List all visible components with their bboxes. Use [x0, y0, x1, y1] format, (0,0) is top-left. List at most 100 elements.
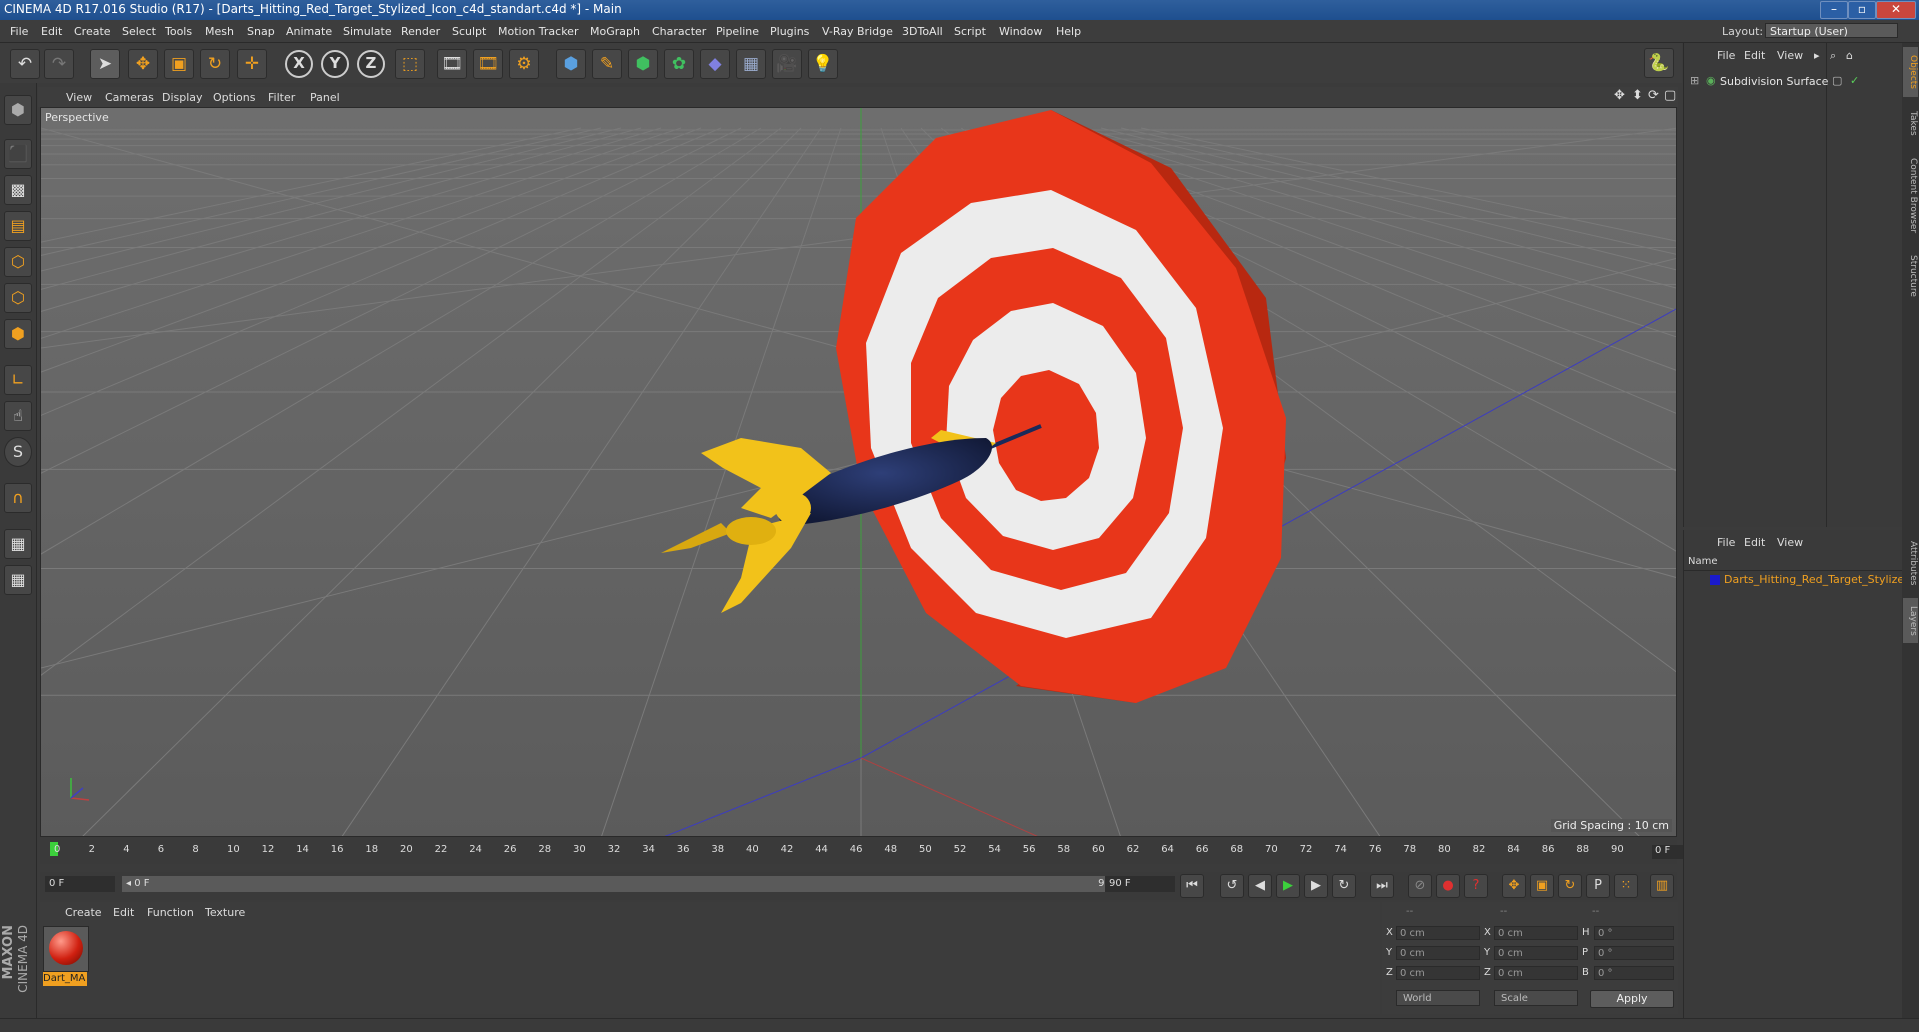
deformer-icon[interactable]: ◆ [700, 49, 730, 79]
expand-icon[interactable]: ⊞ [1690, 74, 1699, 87]
object-home-icon[interactable]: ⌂ [1846, 49, 1853, 62]
model-mode-icon[interactable]: ⬛ [4, 139, 32, 169]
texture-mode-icon[interactable]: ▩ [4, 175, 32, 205]
render-view-icon[interactable]: 🎞 [437, 49, 467, 79]
layer-row[interactable]: Darts_Hitting_Red_Target_Stylized [1684, 572, 1911, 588]
object-enabled-check-icon[interactable]: ✓ [1850, 74, 1859, 87]
size-x-field[interactable]: 0 cm [1494, 926, 1578, 940]
edges-mode-icon[interactable]: ⬡ [4, 283, 32, 313]
tab-objects[interactable]: Objects [1903, 47, 1918, 97]
tab-attributes[interactable]: Attributes [1903, 533, 1918, 593]
start-frame-field[interactable]: 0 F [45, 876, 115, 892]
render-picture-viewer-icon[interactable]: 🎞 [473, 49, 503, 79]
menu-mograph[interactable]: MoGraph [590, 25, 640, 38]
coordinate-space-dropdown[interactable]: World [1396, 990, 1480, 1006]
close-button[interactable]: ✕ [1876, 1, 1916, 19]
axis-mode-icon[interactable]: ∟ [4, 365, 32, 395]
apply-button[interactable]: Apply [1590, 990, 1674, 1008]
menu-edit[interactable]: Edit [41, 25, 62, 38]
object-menu-view[interactable]: View [1777, 49, 1803, 62]
scale-icon[interactable]: ▣ [164, 49, 194, 79]
cube-icon[interactable]: ⬢ [556, 49, 586, 79]
viewport-menu-filter[interactable]: Filter [268, 91, 295, 104]
viewport-menu-display[interactable]: Display [162, 91, 203, 104]
axis-z-button[interactable]: Z [357, 50, 385, 78]
material-menu-function[interactable]: Function [147, 906, 194, 919]
layer-menu-edit[interactable]: Edit [1744, 536, 1765, 549]
render-settings-icon[interactable]: ⚙ [509, 49, 539, 79]
menu-sculpt[interactable]: Sculpt [452, 25, 486, 38]
position-y-field[interactable]: 0 cm [1396, 946, 1480, 960]
autokey-icon[interactable]: ? [1464, 874, 1488, 898]
menu-help[interactable]: Help [1056, 25, 1081, 38]
select-arrow-icon[interactable]: ➤ [90, 49, 120, 79]
rotation-b-field[interactable]: 0 ° [1594, 966, 1674, 980]
layout-select[interactable]: Startup (User) [1765, 23, 1898, 38]
menu-window[interactable]: Window [999, 25, 1042, 38]
position-z-field[interactable]: 0 cm [1396, 966, 1480, 980]
go-to-end-icon[interactable]: ⏭ [1370, 874, 1394, 898]
size-z-field[interactable]: 0 cm [1494, 966, 1578, 980]
previous-key-icon[interactable]: ↺ [1220, 874, 1244, 898]
axis-x-button[interactable]: X [285, 50, 313, 78]
tab-structure[interactable]: Structure [1903, 248, 1918, 303]
workplane-icon[interactable]: ▤ [4, 211, 32, 241]
menu-render[interactable]: Render [401, 25, 440, 38]
rotate-icon[interactable]: ↻ [200, 49, 230, 79]
key-pla-icon[interactable]: ⁙ [1614, 874, 1638, 898]
tab-takes[interactable]: Takes [1903, 103, 1918, 143]
key-rotation-icon[interactable]: ↻ [1558, 874, 1582, 898]
pen-spline-icon[interactable]: ✎ [592, 49, 622, 79]
python-icon[interactable]: 🐍 [1644, 48, 1674, 78]
object-menu-edit[interactable]: Edit [1744, 49, 1765, 62]
tab-content-browser[interactable]: Content Browser [1903, 148, 1918, 243]
key-position-icon[interactable]: ✥ [1502, 874, 1526, 898]
menu-character[interactable]: Character [652, 25, 706, 38]
viewport-menu-cameras[interactable]: Cameras [105, 91, 154, 104]
menu-script[interactable]: Script [954, 25, 986, 38]
viewport-nav-zoom-icon[interactable]: ⬍ [1632, 88, 1643, 103]
material-menu-texture[interactable]: Texture [205, 906, 245, 919]
rotation-h-field[interactable]: 0 ° [1594, 926, 1674, 940]
menu-3dtoall[interactable]: 3DToAll [902, 25, 943, 38]
go-to-start-icon[interactable]: ⏮ [1180, 874, 1204, 898]
snap-magnet-icon[interactable]: ∩ [4, 483, 32, 513]
object-search-icon[interactable]: ⌕ [1830, 49, 1836, 63]
end-frame-field[interactable]: 90 F [1105, 876, 1175, 892]
previous-frame-icon[interactable]: ◀ [1248, 874, 1272, 898]
menu-create[interactable]: Create [74, 25, 111, 38]
tweak-mode-icon[interactable]: ☝ [4, 401, 32, 431]
axis-y-button[interactable]: Y [321, 50, 349, 78]
light-icon[interactable]: 💡 [808, 49, 838, 79]
menu-animate[interactable]: Animate [286, 25, 332, 38]
next-key-icon[interactable]: ↻ [1332, 874, 1356, 898]
viewport-nav-move-icon[interactable]: ✥ [1614, 88, 1625, 103]
tab-layers[interactable]: Layers [1903, 598, 1918, 643]
object-menu-more-icon[interactable]: ▸ [1814, 49, 1820, 62]
menu-file[interactable]: File [10, 25, 28, 38]
position-x-field[interactable]: 0 cm [1396, 926, 1480, 940]
redo-icon[interactable]: ↷ [44, 49, 74, 79]
material-swatch[interactable] [43, 926, 89, 972]
next-frame-icon[interactable]: ▶ [1304, 874, 1328, 898]
keyframe-selection-icon[interactable]: ⊘ [1408, 874, 1432, 898]
camera-icon[interactable]: 🎥 [772, 49, 802, 79]
solo-icon[interactable]: S [4, 437, 32, 467]
make-editable-icon[interactable]: ⬢ [4, 95, 32, 125]
menu-motion-tracker[interactable]: Motion Tracker [498, 25, 578, 38]
menu-tools[interactable]: Tools [165, 25, 192, 38]
timeline-ruler[interactable]: 0 2 4 6 8 10 12 14 16 18 20 22 24 26 28 30 32 34 36 38 40 42 4… [40, 840, 1715, 864]
viewport-maximize-icon[interactable]: ▢ [1664, 88, 1676, 103]
object-row[interactable]: ⊞ ◉ Subdivision Surface ▢ ✓ [1684, 73, 1902, 91]
menu-simulate[interactable]: Simulate [343, 25, 392, 38]
viewport-menu-view[interactable]: View [66, 91, 92, 104]
move-icon[interactable]: ✥ [128, 49, 158, 79]
timeline-window-icon[interactable]: ▥ [1650, 874, 1674, 898]
material-menu-create[interactable]: Create [65, 906, 102, 919]
size-mode-dropdown[interactable]: Scale [1494, 990, 1578, 1006]
record-icon[interactable]: ● [1436, 874, 1460, 898]
viewport-nav-rotate-icon[interactable]: ⟳ [1648, 88, 1659, 103]
maximize-button[interactable]: ▫ [1848, 1, 1876, 19]
polygons-mode-icon[interactable]: ⬢ [4, 319, 32, 349]
object-edit-toggle-icon[interactable]: ▢ [1832, 74, 1842, 87]
